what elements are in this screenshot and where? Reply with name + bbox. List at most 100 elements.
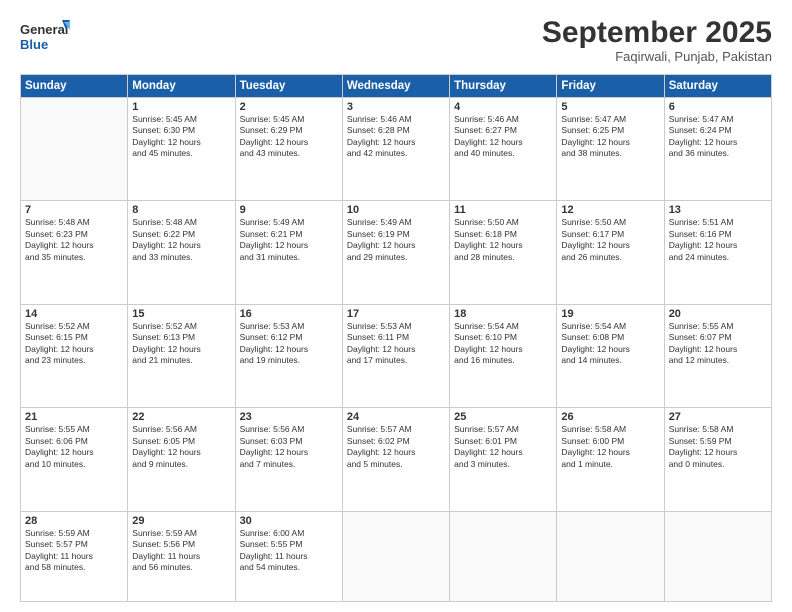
calendar-cell: 8Sunrise: 5:48 AMSunset: 6:22 PMDaylight… bbox=[128, 201, 235, 304]
calendar-cell bbox=[664, 511, 771, 601]
cell-content: Sunrise: 5:46 AMSunset: 6:28 PMDaylight:… bbox=[347, 114, 445, 160]
cell-content: Sunrise: 5:50 AMSunset: 6:18 PMDaylight:… bbox=[454, 217, 552, 263]
cell-content: Sunrise: 5:57 AMSunset: 6:01 PMDaylight:… bbox=[454, 424, 552, 470]
week-row-5: 28Sunrise: 5:59 AMSunset: 5:57 PMDayligh… bbox=[21, 511, 772, 601]
day-number: 14 bbox=[25, 308, 123, 320]
week-row-4: 21Sunrise: 5:55 AMSunset: 6:06 PMDayligh… bbox=[21, 408, 772, 511]
cell-content: Sunrise: 5:58 AMSunset: 6:00 PMDaylight:… bbox=[561, 424, 659, 470]
calendar-cell: 15Sunrise: 5:52 AMSunset: 6:13 PMDayligh… bbox=[128, 304, 235, 407]
day-number: 12 bbox=[561, 204, 659, 216]
cell-content: Sunrise: 5:56 AMSunset: 6:03 PMDaylight:… bbox=[240, 424, 338, 470]
cell-content: Sunrise: 6:00 AMSunset: 5:55 PMDaylight:… bbox=[240, 528, 338, 574]
day-number: 3 bbox=[347, 101, 445, 113]
header-saturday: Saturday bbox=[664, 75, 771, 98]
header-monday: Monday bbox=[128, 75, 235, 98]
calendar-cell: 27Sunrise: 5:58 AMSunset: 5:59 PMDayligh… bbox=[664, 408, 771, 511]
cell-content: Sunrise: 5:49 AMSunset: 6:19 PMDaylight:… bbox=[347, 217, 445, 263]
header: General Blue September 2025 Faqirwali, P… bbox=[20, 16, 772, 64]
svg-text:Blue: Blue bbox=[20, 37, 48, 52]
calendar-cell: 3Sunrise: 5:46 AMSunset: 6:28 PMDaylight… bbox=[342, 98, 449, 201]
day-number: 15 bbox=[132, 308, 230, 320]
header-wednesday: Wednesday bbox=[342, 75, 449, 98]
day-number: 4 bbox=[454, 101, 552, 113]
cell-content: Sunrise: 5:58 AMSunset: 5:59 PMDaylight:… bbox=[669, 424, 767, 470]
calendar-cell: 19Sunrise: 5:54 AMSunset: 6:08 PMDayligh… bbox=[557, 304, 664, 407]
cell-content: Sunrise: 5:55 AMSunset: 6:07 PMDaylight:… bbox=[669, 321, 767, 367]
calendar-cell: 12Sunrise: 5:50 AMSunset: 6:17 PMDayligh… bbox=[557, 201, 664, 304]
cell-content: Sunrise: 5:57 AMSunset: 6:02 PMDaylight:… bbox=[347, 424, 445, 470]
calendar-cell: 29Sunrise: 5:59 AMSunset: 5:56 PMDayligh… bbox=[128, 511, 235, 601]
calendar-cell: 4Sunrise: 5:46 AMSunset: 6:27 PMDaylight… bbox=[450, 98, 557, 201]
day-number: 16 bbox=[240, 308, 338, 320]
cell-content: Sunrise: 5:55 AMSunset: 6:06 PMDaylight:… bbox=[25, 424, 123, 470]
day-number: 17 bbox=[347, 308, 445, 320]
calendar-cell: 1Sunrise: 5:45 AMSunset: 6:30 PMDaylight… bbox=[128, 98, 235, 201]
calendar-cell: 17Sunrise: 5:53 AMSunset: 6:11 PMDayligh… bbox=[342, 304, 449, 407]
day-number: 19 bbox=[561, 308, 659, 320]
cell-content: Sunrise: 5:47 AMSunset: 6:24 PMDaylight:… bbox=[669, 114, 767, 160]
header-sunday: Sunday bbox=[21, 75, 128, 98]
week-row-1: 1Sunrise: 5:45 AMSunset: 6:30 PMDaylight… bbox=[21, 98, 772, 201]
day-number: 10 bbox=[347, 204, 445, 216]
title-block: September 2025 Faqirwali, Punjab, Pakist… bbox=[542, 16, 772, 64]
calendar-cell: 24Sunrise: 5:57 AMSunset: 6:02 PMDayligh… bbox=[342, 408, 449, 511]
calendar-cell bbox=[557, 511, 664, 601]
day-number: 11 bbox=[454, 204, 552, 216]
calendar-cell: 21Sunrise: 5:55 AMSunset: 6:06 PMDayligh… bbox=[21, 408, 128, 511]
cell-content: Sunrise: 5:45 AMSunset: 6:30 PMDaylight:… bbox=[132, 114, 230, 160]
day-number: 21 bbox=[25, 411, 123, 423]
cell-content: Sunrise: 5:45 AMSunset: 6:29 PMDaylight:… bbox=[240, 114, 338, 160]
header-thursday: Thursday bbox=[450, 75, 557, 98]
day-number: 1 bbox=[132, 101, 230, 113]
calendar-cell: 16Sunrise: 5:53 AMSunset: 6:12 PMDayligh… bbox=[235, 304, 342, 407]
day-number: 27 bbox=[669, 411, 767, 423]
cell-content: Sunrise: 5:59 AMSunset: 5:56 PMDaylight:… bbox=[132, 528, 230, 574]
calendar-cell bbox=[342, 511, 449, 601]
calendar-cell: 5Sunrise: 5:47 AMSunset: 6:25 PMDaylight… bbox=[557, 98, 664, 201]
cell-content: Sunrise: 5:49 AMSunset: 6:21 PMDaylight:… bbox=[240, 217, 338, 263]
cell-content: Sunrise: 5:51 AMSunset: 6:16 PMDaylight:… bbox=[669, 217, 767, 263]
logo-icon: General Blue bbox=[20, 16, 70, 56]
weekday-header-row: Sunday Monday Tuesday Wednesday Thursday… bbox=[21, 75, 772, 98]
calendar-cell: 13Sunrise: 5:51 AMSunset: 6:16 PMDayligh… bbox=[664, 201, 771, 304]
cell-content: Sunrise: 5:46 AMSunset: 6:27 PMDaylight:… bbox=[454, 114, 552, 160]
cell-content: Sunrise: 5:48 AMSunset: 6:22 PMDaylight:… bbox=[132, 217, 230, 263]
calendar-cell: 26Sunrise: 5:58 AMSunset: 6:00 PMDayligh… bbox=[557, 408, 664, 511]
cell-content: Sunrise: 5:52 AMSunset: 6:15 PMDaylight:… bbox=[25, 321, 123, 367]
calendar-cell: 20Sunrise: 5:55 AMSunset: 6:07 PMDayligh… bbox=[664, 304, 771, 407]
day-number: 5 bbox=[561, 101, 659, 113]
day-number: 24 bbox=[347, 411, 445, 423]
day-number: 7 bbox=[25, 204, 123, 216]
cell-content: Sunrise: 5:53 AMSunset: 6:12 PMDaylight:… bbox=[240, 321, 338, 367]
page: General Blue September 2025 Faqirwali, P… bbox=[0, 0, 792, 612]
day-number: 23 bbox=[240, 411, 338, 423]
month-title: September 2025 bbox=[542, 16, 772, 49]
calendar-cell bbox=[450, 511, 557, 601]
day-number: 20 bbox=[669, 308, 767, 320]
day-number: 13 bbox=[669, 204, 767, 216]
calendar-cell: 10Sunrise: 5:49 AMSunset: 6:19 PMDayligh… bbox=[342, 201, 449, 304]
calendar-cell: 30Sunrise: 6:00 AMSunset: 5:55 PMDayligh… bbox=[235, 511, 342, 601]
logo: General Blue bbox=[20, 16, 70, 56]
calendar-cell: 18Sunrise: 5:54 AMSunset: 6:10 PMDayligh… bbox=[450, 304, 557, 407]
calendar-cell: 28Sunrise: 5:59 AMSunset: 5:57 PMDayligh… bbox=[21, 511, 128, 601]
week-row-2: 7Sunrise: 5:48 AMSunset: 6:23 PMDaylight… bbox=[21, 201, 772, 304]
calendar-cell: 7Sunrise: 5:48 AMSunset: 6:23 PMDaylight… bbox=[21, 201, 128, 304]
svg-text:General: General bbox=[20, 22, 68, 37]
cell-content: Sunrise: 5:50 AMSunset: 6:17 PMDaylight:… bbox=[561, 217, 659, 263]
cell-content: Sunrise: 5:48 AMSunset: 6:23 PMDaylight:… bbox=[25, 217, 123, 263]
calendar-cell: 9Sunrise: 5:49 AMSunset: 6:21 PMDaylight… bbox=[235, 201, 342, 304]
calendar-cell: 23Sunrise: 5:56 AMSunset: 6:03 PMDayligh… bbox=[235, 408, 342, 511]
day-number: 25 bbox=[454, 411, 552, 423]
cell-content: Sunrise: 5:52 AMSunset: 6:13 PMDaylight:… bbox=[132, 321, 230, 367]
location: Faqirwali, Punjab, Pakistan bbox=[542, 49, 772, 64]
calendar-cell bbox=[21, 98, 128, 201]
day-number: 2 bbox=[240, 101, 338, 113]
day-number: 26 bbox=[561, 411, 659, 423]
calendar-cell: 2Sunrise: 5:45 AMSunset: 6:29 PMDaylight… bbox=[235, 98, 342, 201]
header-friday: Friday bbox=[557, 75, 664, 98]
cell-content: Sunrise: 5:56 AMSunset: 6:05 PMDaylight:… bbox=[132, 424, 230, 470]
header-tuesday: Tuesday bbox=[235, 75, 342, 98]
cell-content: Sunrise: 5:53 AMSunset: 6:11 PMDaylight:… bbox=[347, 321, 445, 367]
cell-content: Sunrise: 5:59 AMSunset: 5:57 PMDaylight:… bbox=[25, 528, 123, 574]
